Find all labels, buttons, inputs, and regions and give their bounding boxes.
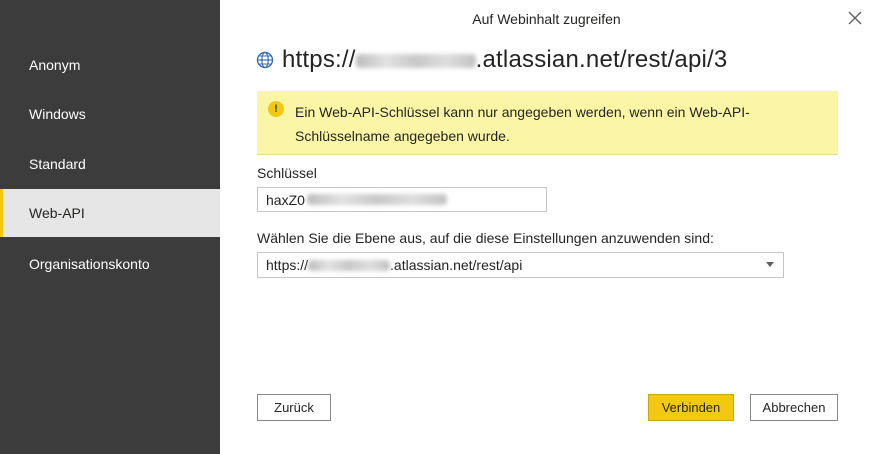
sidebar-item-anonym[interactable]: Anonym bbox=[0, 41, 220, 89]
back-button[interactable]: Zurück bbox=[257, 394, 331, 421]
cancel-button[interactable]: Abbrechen bbox=[750, 394, 838, 421]
key-input[interactable]: haxZ0 bbox=[257, 187, 547, 212]
warning-icon: ! bbox=[268, 101, 284, 117]
sidebar-item-label: Anonym bbox=[29, 57, 81, 73]
level-value-suffix: .atlassian.net/rest/api bbox=[390, 257, 523, 273]
sidebar-item-label: Standard bbox=[29, 156, 86, 172]
sidebar-item-windows[interactable]: Windows bbox=[0, 90, 220, 138]
url-text: https:// .atlassian.net/rest/api/3 bbox=[282, 46, 727, 74]
warning-banner: ! Ein Web-API-Schlüssel kann nur angegeb… bbox=[257, 91, 838, 155]
warning-text: Ein Web-API-Schlüssel kann nur angegeben… bbox=[295, 104, 750, 144]
key-label: Schlüssel bbox=[257, 165, 317, 181]
auth-sidebar: Anonym Windows Standard Web-API Organisa… bbox=[0, 0, 220, 454]
sidebar-item-web-api[interactable]: Web-API bbox=[0, 189, 220, 237]
chevron-down-icon bbox=[766, 262, 774, 267]
redacted-level-host bbox=[308, 259, 391, 271]
redacted-key bbox=[306, 194, 447, 205]
sidebar-item-label: Web-API bbox=[29, 205, 85, 221]
level-label: Wählen Sie die Ebene aus, auf die diese … bbox=[257, 230, 714, 246]
redacted-host bbox=[355, 53, 476, 68]
connect-button[interactable]: Verbinden bbox=[648, 394, 734, 421]
url-heading: https:// .atlassian.net/rest/api/3 bbox=[256, 46, 727, 74]
url-suffix: .atlassian.net/rest/api/3 bbox=[475, 46, 728, 73]
close-button[interactable] bbox=[843, 6, 867, 30]
level-value-prefix: https:// bbox=[266, 257, 309, 273]
sidebar-item-organisationskonto[interactable]: Organisationskonto bbox=[0, 240, 220, 288]
globe-icon bbox=[256, 51, 274, 69]
dialog-title: Auf Webinhalt zugreifen bbox=[472, 11, 621, 27]
sidebar-item-standard[interactable]: Standard bbox=[0, 140, 220, 188]
sidebar-item-label: Organisationskonto bbox=[29, 256, 150, 272]
key-value: haxZ0 bbox=[266, 191, 305, 208]
close-icon bbox=[848, 11, 862, 25]
sidebar-item-label: Windows bbox=[29, 106, 86, 122]
url-prefix: https:// bbox=[282, 46, 356, 73]
level-select[interactable]: https:// .atlassian.net/rest/api bbox=[257, 252, 784, 278]
